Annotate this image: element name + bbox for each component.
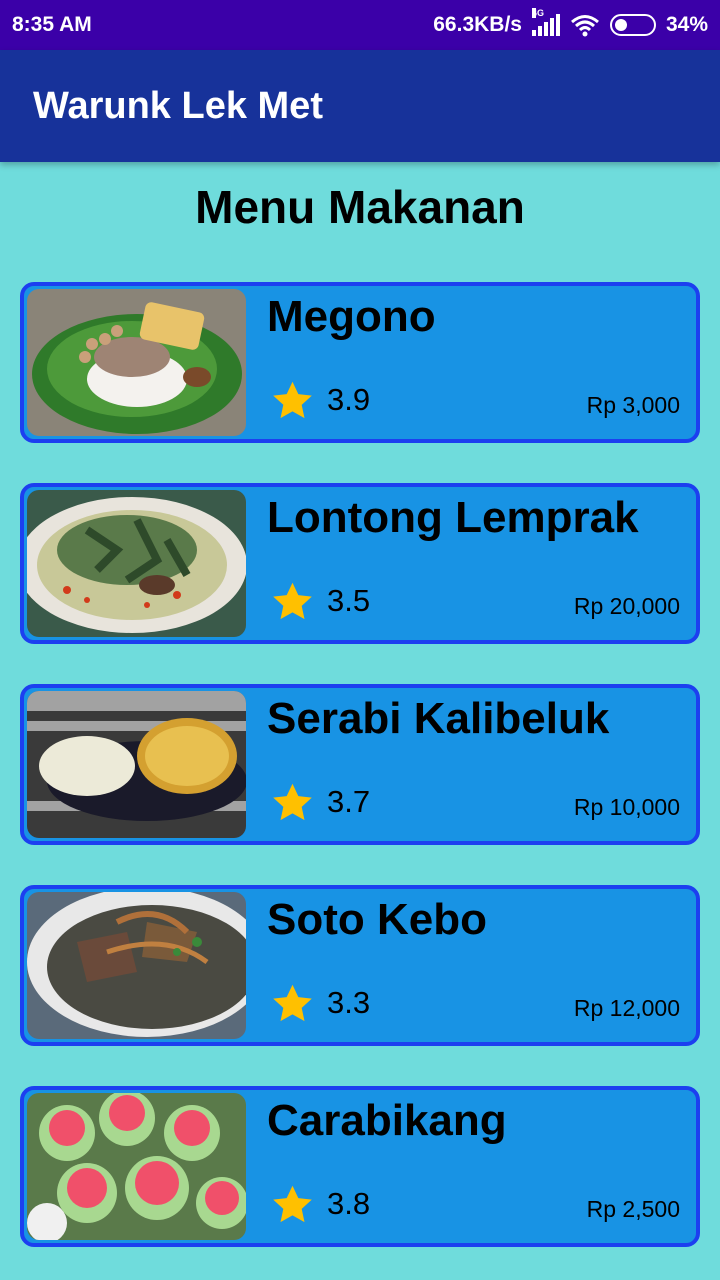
menu-item-rating: 3.7 (327, 784, 371, 819)
menu-item-name: Megono (267, 292, 436, 341)
menu-item-price: Rp 3,000 (586, 392, 680, 418)
star-icon (273, 783, 312, 821)
battery-icon (609, 14, 656, 36)
menu-item-rating: 3.8 (327, 1186, 371, 1221)
status-indicators: 66.3KB/s 4G 34% (433, 8, 708, 37)
menu-item-name: Carabikang (267, 1096, 507, 1145)
menu-item[interactable]: Serabi Kalibeluk 3.7 Rp 10,000 (20, 684, 700, 845)
app-title: Warunk Lek Met (33, 84, 323, 127)
menu-item-name: Serabi Kalibeluk (267, 694, 610, 743)
menu-item-name: Soto Kebo (267, 895, 487, 944)
menu-item-rating: 3.3 (327, 985, 371, 1020)
star-icon (273, 984, 312, 1022)
menu-list: Megono 3.9 Rp 3,000 Lontong Lemprak 3.5 … (20, 282, 700, 1247)
menu-item[interactable]: Carabikang 3.8 Rp 2,500 (20, 1086, 700, 1247)
wifi-icon (571, 15, 599, 37)
carabikang-photo (27, 1093, 246, 1240)
menu-item-rating: 3.5 (327, 583, 371, 618)
battery-percent: 34% (665, 13, 708, 36)
menu-item-name: Lontong Lemprak (267, 493, 639, 542)
menu-item-rating: 3.9 (327, 382, 371, 417)
menu-item[interactable]: Megono 3.9 Rp 3,000 (20, 282, 700, 443)
lontong-lemprak-photo (27, 490, 246, 637)
menu-item[interactable]: Lontong Lemprak 3.5 Rp 20,000 (20, 483, 700, 644)
signal-icon: 4G (531, 8, 560, 36)
serabi-kalibeluk-photo (27, 691, 246, 838)
network-speed: 66.3KB/s (433, 13, 522, 36)
star-icon (273, 1185, 312, 1223)
soto-kebo-photo (27, 892, 246, 1039)
status-time: 8:35 AM (12, 13, 92, 36)
star-icon (273, 582, 312, 620)
menu-item-price: Rp 10,000 (573, 794, 680, 820)
status-bar: 8:35 AM 66.3KB/s 4G 34% (0, 0, 720, 50)
menu-item-price: Rp 12,000 (573, 995, 680, 1021)
megono-photo (27, 289, 246, 436)
app-bar: Warunk Lek Met (0, 50, 720, 162)
star-icon (273, 381, 312, 419)
menu-item-price: Rp 2,500 (586, 1196, 680, 1222)
network-type: 4G (531, 8, 544, 18)
page-title: Menu Makanan (195, 181, 525, 233)
menu-item-price: Rp 20,000 (573, 593, 680, 619)
menu-item[interactable]: Soto Kebo 3.3 Rp 12,000 (20, 885, 700, 1046)
